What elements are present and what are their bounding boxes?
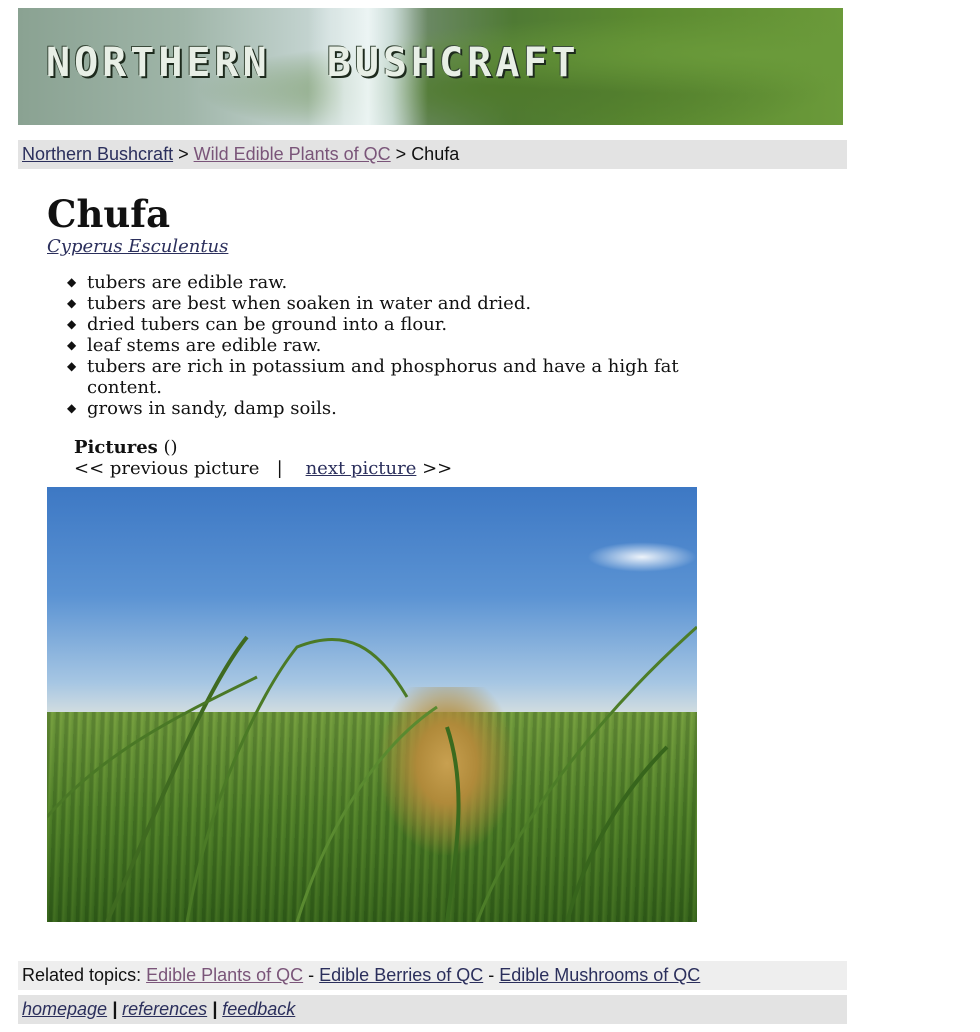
pictures-label: Pictures xyxy=(74,437,158,458)
related-link-edible-plants[interactable]: Edible Plants of QC xyxy=(146,965,303,985)
homepage-link[interactable]: homepage xyxy=(22,999,107,1019)
main-content: Chufa Cyperus Esculentus ◆ tubers are edi… xyxy=(47,192,707,479)
page-title: Chufa xyxy=(47,192,171,236)
plant-photo xyxy=(47,487,697,922)
bullet-icon: ◆ xyxy=(67,275,77,289)
next-picture-link[interactable]: next picture xyxy=(306,458,417,479)
breadcrumb-section-link[interactable]: Wild Edible Plants of QC xyxy=(194,144,391,164)
scientific-name-link[interactable]: Cyperus Esculentus xyxy=(47,236,228,257)
site-banner: NORTHERN BUSHCRAFT xyxy=(18,8,843,125)
feedback-link[interactable]: feedback xyxy=(222,999,295,1019)
list-item: ◆ dried tubers can be ground into a flour… xyxy=(67,314,448,335)
footer-separator: | xyxy=(207,999,223,1019)
footer-separator: | xyxy=(107,999,123,1019)
breadcrumb: Northern Bushcraft > Wild Edible Plants … xyxy=(18,140,847,169)
list-item: ◆ grows in sandy, damp soils. xyxy=(67,398,337,419)
breadcrumb-current: Chufa xyxy=(411,144,460,164)
related-label: Related topics: xyxy=(22,965,147,985)
bullet-icon: ◆ xyxy=(67,317,77,331)
related-link-edible-berries[interactable]: Edible Berries of QC xyxy=(319,965,483,985)
pictures-count: () xyxy=(157,437,178,458)
list-item: ◆ tubers are edible raw. xyxy=(67,272,288,293)
references-link[interactable]: references xyxy=(122,999,207,1019)
related-topics: Related topics: Edible Plants of QC - Ed… xyxy=(18,961,847,990)
previous-picture-text: << previous picture xyxy=(74,458,260,479)
footer-nav: homepage | references | feedback xyxy=(18,995,847,1024)
grass-blades-graphic xyxy=(47,625,697,922)
picture-navigation: Pictures () << previous picture | next p… xyxy=(74,437,707,479)
breadcrumb-separator: > xyxy=(390,144,412,164)
list-item: ◆ leaf stems are edible raw. xyxy=(67,335,322,356)
list-item: ◆ tubers are rich in potassium and phosph… xyxy=(67,356,679,398)
bullet-icon: ◆ xyxy=(67,296,77,310)
related-link-edible-mushrooms[interactable]: Edible Mushrooms of QC xyxy=(499,965,700,985)
banner-title: NORTHERN BUSHCRAFT xyxy=(46,40,580,86)
breadcrumb-home-link[interactable]: Northern Bushcraft xyxy=(22,144,173,164)
breadcrumb-separator: > xyxy=(173,144,194,164)
list-item: ◆ tubers are best when soaken in water an… xyxy=(67,293,532,314)
next-arrows: >> xyxy=(416,458,453,479)
bullet-icon: ◆ xyxy=(67,338,77,352)
bullet-icon: ◆ xyxy=(67,359,77,373)
bullet-icon: ◆ xyxy=(67,401,77,415)
related-separator: - xyxy=(483,965,500,985)
related-separator: - xyxy=(303,965,320,985)
picture-nav-divider: | xyxy=(276,458,283,479)
facts-list: ◆ tubers are edible raw. ◆ tubers are best… xyxy=(47,272,707,419)
